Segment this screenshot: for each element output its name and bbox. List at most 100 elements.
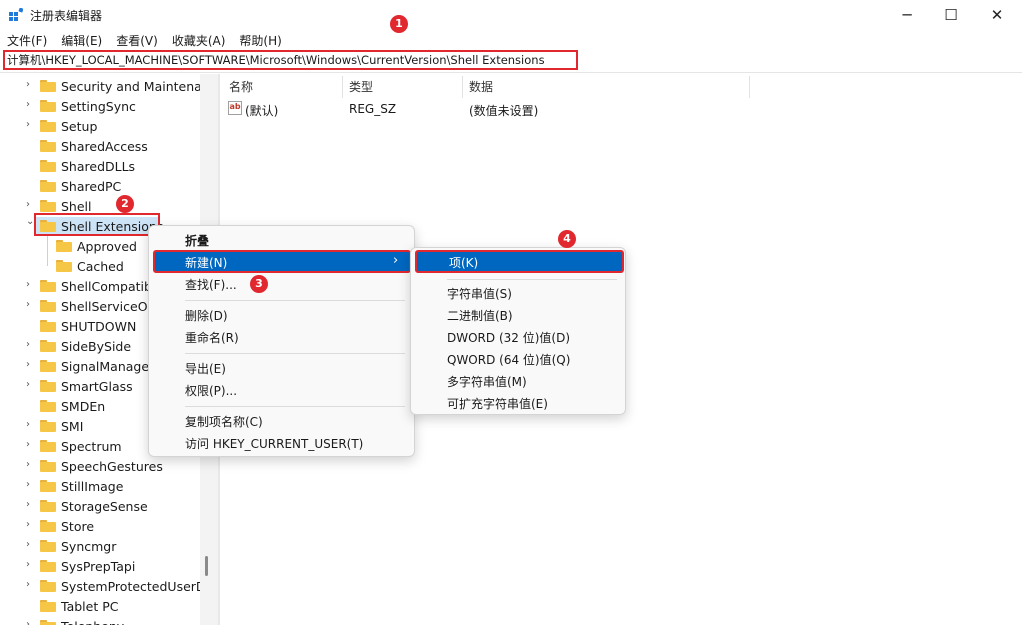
tree-item[interactable]: › Store	[0, 516, 200, 536]
chevron-right-icon[interactable]: ›	[26, 460, 36, 470]
column-divider[interactable]	[462, 76, 463, 98]
chevron-right-icon[interactable]: ›	[26, 560, 36, 570]
submenu-item-string[interactable]: 字符串值(S)	[447, 285, 512, 302]
column-header-name[interactable]: 名称	[229, 78, 253, 95]
menu-item-rename[interactable]: 重命名(R)	[185, 329, 239, 346]
menu-item-collapse[interactable]: 折叠	[185, 232, 209, 249]
tree-item-label: Security and Maintenan	[61, 79, 200, 94]
menu-bar: 文件(F) 编辑(E) 查看(V) 收藏夹(A) 帮助(H)	[0, 30, 289, 50]
menu-item-export[interactable]: 导出(E)	[185, 360, 226, 377]
folder-icon	[40, 460, 56, 472]
menu-help[interactable]: 帮助(H)	[232, 30, 288, 50]
chevron-right-icon[interactable]: ›	[26, 360, 36, 370]
folder-icon	[40, 120, 56, 132]
folder-icon	[40, 480, 56, 492]
tree-item[interactable]: SharedDLLs	[0, 156, 200, 176]
chevron-right-icon[interactable]: ›	[26, 440, 36, 450]
tree-item-label: Telephony	[61, 619, 124, 625]
column-divider[interactable]	[342, 76, 343, 98]
submenu-item-multi-string[interactable]: 多字符串值(M)	[447, 373, 527, 390]
minimize-button[interactable]: ─	[884, 0, 930, 30]
submenu-item-binary[interactable]: 二进制值(B)	[447, 307, 513, 324]
folder-icon	[40, 600, 56, 612]
submenu-item-key[interactable]: 项(K)	[415, 250, 624, 273]
context-menu: 折叠 新建(N) › 查找(F)... 删除(D) 重命名(R) 导出(E) 权…	[148, 225, 415, 457]
chevron-right-icon[interactable]: ›	[26, 100, 36, 110]
address-bar[interactable]: 计算机\HKEY_LOCAL_MACHINE\SOFTWARE\Microsof…	[3, 50, 578, 70]
tree-item-label: SpeechGestures	[61, 459, 163, 474]
annotation-badge-3: 3	[250, 275, 268, 293]
tree-item[interactable]: › Setup	[0, 116, 200, 136]
submenu-item-qword[interactable]: QWORD (64 位)值(Q)	[447, 351, 570, 368]
chevron-right-icon[interactable]: ›	[26, 540, 36, 550]
submenu-item-expandable-string[interactable]: 可扩充字符串值(E)	[447, 395, 548, 412]
tree-item-label: SettingSync	[61, 99, 136, 114]
column-header-data[interactable]: 数据	[469, 78, 493, 95]
submenu-item-dword[interactable]: DWORD (32 位)值(D)	[447, 329, 570, 346]
chevron-right-icon[interactable]: ›	[26, 200, 36, 210]
tree-item-label: SharedPC	[61, 179, 122, 194]
annotation-badge-1: 1	[390, 15, 408, 33]
folder-icon	[40, 200, 56, 212]
column-divider[interactable]	[749, 76, 750, 98]
maximize-button[interactable]: ☐	[928, 0, 974, 30]
chevron-right-icon[interactable]: ›	[26, 120, 36, 130]
folder-icon	[40, 560, 56, 572]
tree-item[interactable]: › SpeechGestures	[0, 456, 200, 476]
chevron-right-icon[interactable]: ›	[26, 520, 36, 530]
tree-item[interactable]: › StorageSense	[0, 496, 200, 516]
chevron-right-icon[interactable]: ›	[26, 420, 36, 430]
menu-item-goto-hkcu[interactable]: 访问 HKEY_CURRENT_USER(T)	[185, 435, 363, 452]
tree-item-label: Store	[61, 519, 95, 534]
folder-icon	[40, 280, 56, 292]
tree-item[interactable]: Tablet PC	[0, 596, 200, 616]
chevron-right-icon[interactable]: ›	[26, 480, 36, 490]
tree-item[interactable]: › SettingSync	[0, 96, 200, 116]
tree-item[interactable]: › SystemProtectedUserDa	[0, 576, 200, 596]
tree-item-label: SmartGlass	[61, 379, 133, 394]
menu-file[interactable]: 文件(F)	[0, 30, 54, 50]
menu-view[interactable]: 查看(V)	[109, 30, 165, 50]
tree-item[interactable]: › Security and Maintenan	[0, 76, 200, 96]
tree-item-label: SysPrepTapi	[61, 559, 136, 574]
menu-item-delete[interactable]: 删除(D)	[185, 307, 228, 324]
menu-edit[interactable]: 编辑(E)	[54, 30, 109, 50]
tree-item[interactable]: SharedAccess	[0, 136, 200, 156]
folder-icon	[40, 400, 56, 412]
folder-icon	[40, 320, 56, 332]
menu-item-new-label: 新建(N)	[185, 256, 228, 270]
minimize-icon: ─	[902, 6, 912, 24]
menu-item-copy-key-name[interactable]: 复制项名称(C)	[185, 413, 263, 430]
folder-icon	[40, 180, 56, 192]
chevron-right-icon[interactable]: ›	[26, 380, 36, 390]
tree-item-label: Cached	[77, 259, 124, 274]
chevron-right-icon[interactable]: ›	[26, 620, 36, 625]
tree-item-label: Approved	[77, 239, 137, 254]
chevron-right-icon[interactable]: ›	[26, 340, 36, 350]
chevron-right-icon[interactable]: ›	[26, 280, 36, 290]
tree-item-label: SHUTDOWN	[61, 319, 137, 334]
tree-item-label: SystemProtectedUserDa	[61, 579, 200, 594]
chevron-right-icon[interactable]: ›	[26, 500, 36, 510]
folder-icon	[40, 620, 56, 625]
menu-item-permissions[interactable]: 权限(P)...	[185, 382, 237, 399]
tree-item[interactable]: SharedPC	[0, 176, 200, 196]
menu-favorites[interactable]: 收藏夹(A)	[165, 30, 233, 50]
folder-icon	[40, 360, 56, 372]
chevron-right-icon[interactable]: ›	[26, 300, 36, 310]
tree-scrollbar-thumb[interactable]	[205, 556, 208, 576]
tree-item[interactable]: › Telephony	[0, 616, 200, 625]
tree-item[interactable]: › SysPrepTapi	[0, 556, 200, 576]
close-icon: ✕	[990, 6, 1004, 24]
tree-item[interactable]: › StillImage	[0, 476, 200, 496]
value-name[interactable]: (默认)	[245, 102, 278, 119]
string-value-icon: ab	[228, 101, 242, 115]
close-button[interactable]: ✕	[974, 0, 1020, 30]
chevron-right-icon[interactable]: ›	[26, 580, 36, 590]
menu-item-find[interactable]: 查找(F)...	[185, 276, 237, 293]
column-header-type[interactable]: 类型	[349, 78, 373, 95]
menu-item-new[interactable]: 新建(N) ›	[153, 250, 411, 273]
chevron-right-icon[interactable]: ›	[26, 80, 36, 90]
menu-separator	[447, 279, 617, 280]
tree-item[interactable]: › Syncmgr	[0, 536, 200, 556]
